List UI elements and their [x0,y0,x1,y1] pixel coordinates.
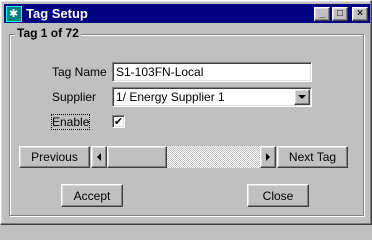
next-tag-button-label: Next Tag [288,150,337,164]
supplier-selected-value: 1/ Energy Supplier 1 [116,90,225,104]
tag-setup-window: Tag Setup _ □ × Tag 1 of 72 Tag Name Sup… [0,0,372,225]
close-button-label: Close [262,188,294,203]
tag-scrollbar[interactable] [91,146,276,168]
previous-button-label: Previous [31,150,78,164]
tag-name-label: Tag Name [52,65,107,79]
window-title: Tag Setup [26,6,88,21]
tag-name-input[interactable] [112,62,312,82]
arrow-right-icon [266,153,270,161]
dropdown-button[interactable] [294,89,310,105]
minimize-icon: _ [319,7,325,19]
accept-button[interactable]: Accept [61,184,123,207]
scroll-left-button[interactable] [91,146,107,168]
minimize-button[interactable]: _ [314,6,330,21]
supplier-dropdown[interactable]: 1/ Energy Supplier 1 [112,87,312,107]
scroll-right-button[interactable] [260,146,276,168]
app-icon[interactable] [6,5,22,22]
previous-button[interactable]: Previous [19,146,90,168]
next-tag-button[interactable]: Next Tag [277,146,348,168]
close-window-button[interactable]: × [352,6,368,21]
enable-checkbox[interactable]: ✔ [112,115,125,128]
close-button[interactable]: Close [247,184,309,207]
checkmark-icon: ✔ [113,116,124,128]
chevron-down-icon [298,95,306,99]
supplier-label: Supplier [52,90,97,104]
maximize-button[interactable]: □ [332,6,348,21]
enable-label[interactable]: Enable [50,114,91,130]
close-icon: × [357,7,363,19]
scroll-thumb[interactable] [107,146,167,168]
scroll-track[interactable] [107,146,260,168]
arrow-left-icon [97,153,101,161]
accept-button-label: Accept [73,188,111,203]
title-bar[interactable]: Tag Setup _ □ × [4,4,370,23]
tag-counter: Tag 1 of 72 [15,26,81,40]
maximize-icon: □ [336,7,344,19]
